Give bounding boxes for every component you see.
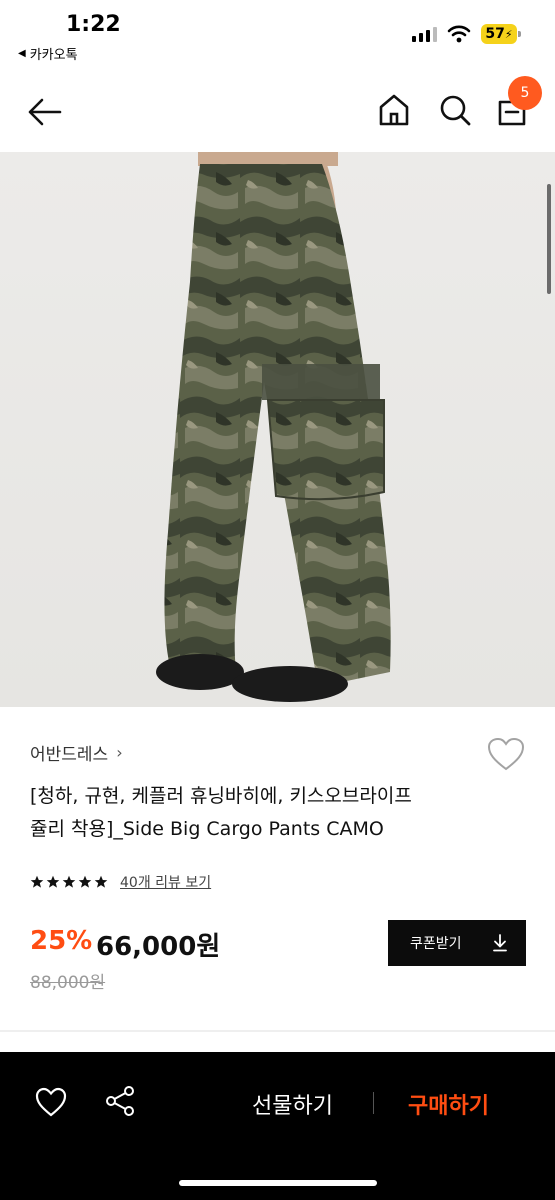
- battery-level: 57: [485, 26, 505, 42]
- rating-stars: [30, 875, 108, 889]
- back-app-label: 카카오톡: [29, 48, 78, 63]
- chevron-right-icon: ›: [116, 743, 123, 762]
- product-title-line2: 쥴리 착용]_Side Big Cargo Pants CAMO: [30, 818, 384, 840]
- original-price: 88,000원: [30, 973, 106, 993]
- bottom-action-bar: 선물하기 구매하기: [0, 1052, 555, 1200]
- battery-icon: 57 ⚡: [481, 24, 521, 44]
- wishlist-heart-icon[interactable]: [34, 1086, 68, 1118]
- product-image[interactable]: [0, 152, 555, 707]
- top-navigation: 5: [0, 72, 555, 152]
- button-separator: [373, 1092, 374, 1114]
- wifi-icon: [447, 25, 471, 43]
- sale-price: 66,000원: [96, 932, 221, 962]
- download-icon: [493, 934, 507, 952]
- home-indicator[interactable]: [179, 1180, 377, 1186]
- search-icon[interactable]: [437, 90, 473, 130]
- product-title: [청하, 규현, 케플러 휴닝바히에, 키스오브라이프 쥴리 착용]_Side …: [30, 780, 510, 846]
- home-icon[interactable]: [376, 90, 412, 130]
- status-icons: 57 ⚡: [412, 24, 521, 44]
- review-link[interactable]: 40개 리뷰 보기: [120, 872, 211, 892]
- status-time: 1:22: [66, 12, 121, 37]
- status-bar: 1:22 ◀ 카카오톡 57 ⚡: [0, 0, 555, 72]
- cart-count-badge: 5: [508, 76, 542, 110]
- coupon-download-button[interactable]: 쿠폰받기: [388, 920, 526, 966]
- discount-rate: 25%: [30, 926, 93, 956]
- product-title-line1: [청하, 규현, 케플러 휴닝바히에, 키스오브라이프: [30, 785, 412, 807]
- share-icon[interactable]: [104, 1084, 136, 1118]
- cellular-signal-icon: [412, 26, 437, 42]
- coupon-button-label: 쿠폰받기: [410, 936, 462, 952]
- star-icon: [46, 875, 60, 888]
- brand-link[interactable]: 어반드레스 ›: [30, 740, 123, 765]
- star-icon: [94, 875, 108, 888]
- buy-button[interactable]: 구매하기: [408, 1088, 489, 1120]
- brand-name: 어반드레스: [30, 745, 109, 765]
- back-arrow-icon[interactable]: [22, 92, 66, 132]
- back-to-app-link[interactable]: ◀ 카카오톡: [18, 44, 78, 63]
- rating-row: 40개 리뷰 보기: [30, 872, 211, 892]
- star-icon: [78, 875, 92, 888]
- image-scrollbar[interactable]: [547, 184, 551, 294]
- gift-button[interactable]: 선물하기: [252, 1088, 333, 1120]
- star-icon: [30, 875, 44, 888]
- section-divider: [0, 1030, 555, 1032]
- heart-icon[interactable]: [486, 736, 526, 772]
- star-icon: [62, 875, 76, 888]
- product-photo: [156, 152, 391, 702]
- back-triangle-icon: ◀: [18, 48, 26, 59]
